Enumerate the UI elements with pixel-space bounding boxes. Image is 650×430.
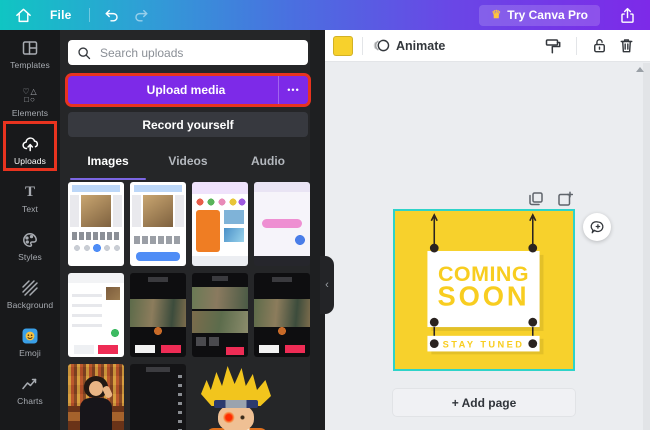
sidebar-item-elements[interactable]: ♡△ □○ Elements	[0, 78, 60, 126]
add-page-icon	[558, 191, 573, 206]
templates-icon	[21, 38, 39, 58]
crown-icon: ♛	[491, 8, 502, 21]
sidebar: Templates ♡△ □○ Elements Uploads T Text S…	[0, 30, 60, 430]
upload-thumbnail-woman[interactable]	[68, 364, 124, 430]
file-menu-button[interactable]: File	[40, 3, 81, 27]
background-stripes-icon	[21, 278, 39, 298]
add-page-icon-button[interactable]	[557, 191, 573, 207]
scroll-up-arrow[interactable]	[636, 67, 644, 72]
tab-images[interactable]: Images	[68, 146, 148, 180]
sidebar-item-background[interactable]: Background	[0, 270, 60, 318]
sidebar-item-label: Elements	[11, 108, 49, 118]
upload-thumbnail-restore-b[interactable]	[130, 182, 186, 266]
add-page-label: + Add page	[451, 395, 517, 410]
editor-canvas-area: Animate COMING SOON STAY TUNED + Add pag…	[325, 30, 650, 430]
canva-editor-window: File ♛ Try Canva Pro Templates ♡△ □○ Elem…	[0, 0, 650, 430]
panel-scrollbar[interactable]	[310, 30, 325, 430]
record-yourself-label: Record yourself	[142, 117, 234, 132]
uploads-grid	[68, 182, 312, 430]
design-page[interactable]: COMING SOON STAY TUNED	[393, 209, 575, 371]
sidebar-item-charts[interactable]: Charts	[0, 366, 60, 414]
heading-line2: SOON	[437, 281, 529, 312]
home-button[interactable]	[10, 3, 36, 27]
paint-roller-icon	[545, 38, 561, 53]
editor-toolbar: Animate	[325, 30, 650, 62]
search-uploads-box	[68, 40, 308, 65]
upload-thumbnail-vedit2[interactable]	[254, 273, 310, 357]
redo-button[interactable]	[128, 3, 154, 27]
sidebar-item-text[interactable]: T Text	[0, 174, 60, 222]
home-icon	[15, 8, 31, 22]
topbar-divider	[89, 8, 91, 22]
lock-icon	[594, 39, 605, 53]
trash-icon	[620, 39, 633, 53]
upload-thumbnail-postform[interactable]	[68, 273, 124, 357]
record-yourself-button[interactable]: Record yourself	[68, 112, 308, 137]
try-canva-pro-label: Try Canva Pro	[507, 8, 588, 22]
lock-button[interactable]	[586, 36, 613, 55]
toolbar-divider	[576, 36, 577, 55]
toolbar-divider	[362, 36, 363, 55]
sidebar-item-styles[interactable]: Styles	[0, 222, 60, 270]
redo-icon	[135, 9, 148, 22]
top-bar: File ♛ Try Canva Pro	[0, 0, 650, 30]
sidebar-item-label: Emoji	[19, 348, 41, 358]
sidebar-item-templates[interactable]: Templates	[0, 30, 60, 78]
animate-label: Animate	[396, 38, 446, 53]
charts-icon	[21, 374, 39, 394]
animate-icon	[373, 39, 390, 52]
sidebar-item-label: Styles	[18, 252, 42, 262]
try-canva-pro-button[interactable]: ♛ Try Canva Pro	[479, 4, 600, 26]
upload-thumbnail-restore-a[interactable]	[68, 182, 124, 266]
emoji-icon	[21, 326, 39, 346]
undo-button[interactable]	[98, 3, 124, 27]
canvas-scrollbar[interactable]	[643, 63, 650, 430]
sidebar-item-label: Background	[6, 300, 54, 310]
add-comment-button[interactable]	[583, 213, 611, 241]
delete-button[interactable]	[613, 36, 640, 55]
add-page-button[interactable]: + Add page	[393, 389, 575, 416]
coming-soon-design: COMING SOON STAY TUNED	[427, 213, 544, 355]
chevron-left-icon: ‹	[325, 279, 329, 291]
upload-thumbnail-pinkbtn[interactable]	[254, 182, 310, 266]
elements-icon: ♡△ □○	[22, 87, 38, 104]
upload-thumbnail-stickers[interactable]	[192, 182, 248, 266]
duplicate-icon	[529, 192, 543, 206]
sidebar-item-emoji[interactable]: Emoji	[0, 318, 60, 366]
tab-videos[interactable]: Videos	[148, 146, 228, 176]
uploads-tabs: Images Videos Audio	[68, 146, 308, 180]
comment-plus-icon	[590, 220, 603, 233]
sidebar-item-label: Uploads	[14, 156, 46, 166]
upload-more-options-button[interactable]: •••	[278, 76, 308, 104]
uploads-panel: Upload media ••• Record yourself Images …	[60, 30, 325, 430]
text-icon: T	[24, 183, 35, 200]
sidebar-item-uploads[interactable]: Uploads	[0, 126, 60, 174]
upload-thumbnail-vedit[interactable]	[130, 273, 186, 357]
sidebar-item-label: Text	[22, 204, 38, 214]
paint-roller-button[interactable]	[539, 36, 567, 56]
search-uploads-input[interactable]	[98, 44, 300, 61]
duplicate-page-button[interactable]	[528, 191, 544, 207]
upload-thumbnail-naruto[interactable]	[192, 364, 280, 430]
sidebar-item-label: Templates	[10, 60, 50, 70]
animate-button[interactable]: Animate	[372, 36, 445, 55]
upload-media-button[interactable]: Upload media •••	[68, 76, 308, 104]
fill-color-swatch[interactable]	[333, 35, 353, 56]
banner-text: STAY TUNED	[443, 340, 525, 350]
tab-audio[interactable]: Audio	[228, 146, 308, 176]
search-icon	[78, 46, 91, 59]
export-icon	[620, 7, 634, 23]
upload-thumbnail-editor[interactable]	[130, 364, 186, 430]
panel-collapse-button[interactable]: ‹	[320, 256, 334, 314]
upload-thumbnail-vgrid[interactable]	[192, 273, 248, 357]
styles-palette-icon	[21, 230, 39, 250]
share-export-button[interactable]	[614, 3, 640, 27]
uploads-cloud-icon	[21, 134, 40, 154]
upload-media-label: Upload media	[146, 83, 226, 97]
undo-icon	[105, 9, 118, 22]
sidebar-item-label: Charts	[17, 396, 43, 406]
